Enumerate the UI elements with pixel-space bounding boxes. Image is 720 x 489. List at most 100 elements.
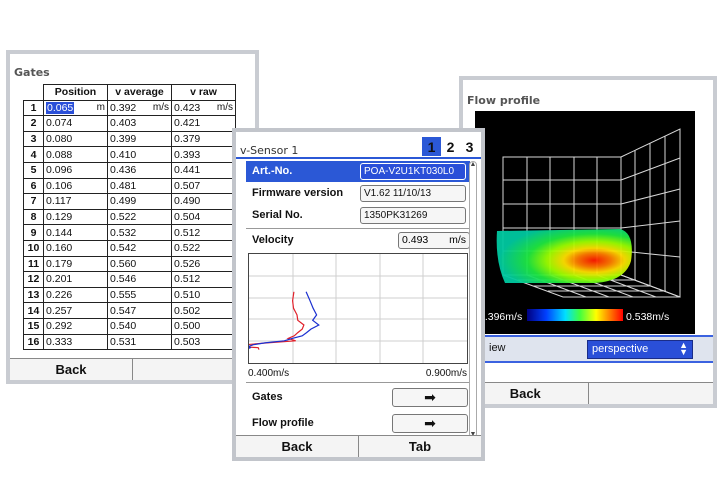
tab-sensor-2[interactable]: 2 <box>441 137 460 156</box>
row-index: 14 <box>23 302 44 319</box>
profile-plot-svg <box>239 254 467 363</box>
gates-nav-row[interactable]: Gates ➡ <box>246 387 470 408</box>
col-header-v-raw: v raw <box>171 84 236 101</box>
col-header-v-average: v average <box>107 84 172 101</box>
position-cell: 0.333 <box>43 333 108 351</box>
v-sensor-title: v-Sensor 1 <box>240 144 299 157</box>
position-cell: 0.292 <box>43 317 108 335</box>
v-raw-cell-value: 0.423 <box>174 101 201 114</box>
v-average-cell: 0.531 <box>107 333 172 351</box>
tab-sensor-1[interactable]: 1 <box>422 137 441 156</box>
art-no-value[interactable]: POA-V2U1KT030L0 <box>360 163 466 180</box>
gates-screen: Gates Position v average v raw 1 0.065 m 0.… <box>6 50 259 384</box>
table-row[interactable]: 7 0.117 0.499 0.490 <box>23 193 236 210</box>
table-row[interactable]: 12 0.201 0.546 0.512 <box>23 271 236 288</box>
table-row[interactable]: 1 0.065 m 0.392 m/s 0.423 m/s <box>23 99 236 117</box>
v-raw-cell: 0.421 <box>171 115 236 132</box>
v-raw-cell: 0.522 <box>171 239 236 257</box>
v-average-cell: 0.403 <box>107 115 172 132</box>
up-down-icon: ▲ ▼ <box>679 340 688 357</box>
flow-profile-screen: Flow profile 0.396m/s 0.538m/s iew persp… <box>459 76 717 408</box>
row-index: 10 <box>23 239 44 257</box>
position-cell: 0.160 <box>43 239 108 257</box>
table-row[interactable]: 10 0.160 0.542 0.522 <box>23 239 236 257</box>
divider <box>246 382 470 383</box>
tab-button[interactable]: Tab <box>359 436 481 457</box>
firmware-label: Firmware version <box>252 187 344 199</box>
velocity-row: Velocity 0.493 m/s <box>246 230 470 251</box>
v-raw-cell: 0.423 m/s <box>171 99 236 117</box>
scrollbar[interactable]: ▲ ▼ <box>469 161 477 438</box>
table-row[interactable]: 9 0.144 0.532 0.512 <box>23 224 236 241</box>
position-cell: 0.080 <box>43 130 108 148</box>
row-index: 3 <box>23 130 44 148</box>
table-row[interactable]: 5 0.096 0.436 0.441 <box>23 161 236 179</box>
v-average-cell: 0.546 <box>107 271 172 288</box>
back-button[interactable]: Back <box>10 359 133 380</box>
empty-softkey[interactable] <box>588 383 713 404</box>
sensor-tabs: 1 2 3 <box>422 137 479 156</box>
position-cell: 0.226 <box>43 286 108 304</box>
col-header-position: Position <box>43 84 108 101</box>
view-row[interactable]: iew perspective ▲ ▼ <box>463 335 713 363</box>
v-raw-cell: 0.512 <box>171 224 236 241</box>
gates-nav-label: Gates <box>252 391 283 403</box>
velocity-value-box: 0.493 m/s <box>398 232 470 249</box>
v-sensor-screen: v-Sensor 1 1 2 3 Art.-No. POA-V2U1KT030L… <box>232 128 485 461</box>
row-index: 9 <box>23 224 44 241</box>
flow-bottom-bar: Back <box>463 382 713 404</box>
serial-label: Serial No. <box>252 209 303 221</box>
position-cell: 0.074 <box>43 115 108 132</box>
v-average-cell-unit: m/s <box>152 101 169 113</box>
velocity-surface <box>496 229 632 283</box>
v-raw-cell: 0.504 <box>171 208 236 226</box>
v-average-cell: 0.532 <box>107 224 172 241</box>
table-row[interactable]: 4 0.088 0.410 0.393 <box>23 146 236 163</box>
v-average-cell: 0.547 <box>107 302 172 319</box>
view-select[interactable]: perspective ▲ ▼ <box>587 340 693 359</box>
position-cell: 0.106 <box>43 177 108 195</box>
art-no-row[interactable]: Art.-No. POA-V2U1KT030L0 <box>246 161 470 182</box>
position-cell: 0.257 <box>43 302 108 319</box>
flow-profile-nav-row[interactable]: Flow profile ➡ <box>246 413 470 434</box>
v-raw-cell: 0.379 <box>171 130 236 148</box>
firmware-row: Firmware version V1.62 11/10/13 <box>246 183 470 204</box>
table-row[interactable]: 6 0.106 0.481 0.507 <box>23 177 236 195</box>
table-row[interactable]: 11 0.179 0.560 0.526 <box>23 255 236 273</box>
row-index: 15 <box>23 317 44 335</box>
v-raw-cell: 0.502 <box>171 302 236 319</box>
art-no-label: Art.-No. <box>252 165 293 177</box>
table-row[interactable]: 13 0.226 0.555 0.510 <box>23 286 236 304</box>
table-row[interactable]: 14 0.257 0.547 0.502 <box>23 302 236 319</box>
velocity-unit: m/s <box>449 234 466 246</box>
v-average-cell: 0.499 <box>107 193 172 210</box>
table-row[interactable]: 2 0.074 0.403 0.421 <box>23 115 236 132</box>
serial-value: 1350PK31269 <box>360 207 466 224</box>
arrow-right-icon: ➡ <box>424 389 436 405</box>
position-cell-value[interactable]: 0.065 <box>46 101 75 114</box>
gates-table: Position v average v raw 1 0.065 m 0.392 m/s… <box>23 84 236 351</box>
v-average-cell: 0.555 <box>107 286 172 304</box>
table-row[interactable]: 15 0.292 0.540 0.500 <box>23 317 236 335</box>
position-cell: 0.129 <box>43 208 108 226</box>
row-index: 4 <box>23 146 44 163</box>
scroll-up-icon[interactable]: ▲ <box>469 161 477 168</box>
table-row[interactable]: 8 0.129 0.522 0.504 <box>23 208 236 226</box>
tab-sensor-3[interactable]: 3 <box>460 137 479 156</box>
table-row[interactable]: 16 0.333 0.531 0.503 <box>23 333 236 351</box>
v-average-cell: 0.392 m/s <box>107 99 172 117</box>
row-index: 6 <box>23 177 44 195</box>
scale-max-label: 0.538m/s <box>626 311 669 323</box>
v-raw-cell-unit: m/s <box>216 101 233 113</box>
divider <box>246 228 470 229</box>
v-raw-cell: 0.393 <box>171 146 236 163</box>
back-button[interactable]: Back <box>236 436 359 457</box>
row-index: 5 <box>23 161 44 179</box>
plot-grid <box>249 254 467 363</box>
flow-profile-arrow-button[interactable]: ➡ <box>392 414 468 433</box>
v-average-cell: 0.436 <box>107 161 172 179</box>
table-row[interactable]: 3 0.080 0.399 0.379 <box>23 130 236 148</box>
gates-arrow-button[interactable]: ➡ <box>392 388 468 407</box>
position-cell: 0.096 <box>43 161 108 179</box>
row-index: 7 <box>23 193 44 210</box>
